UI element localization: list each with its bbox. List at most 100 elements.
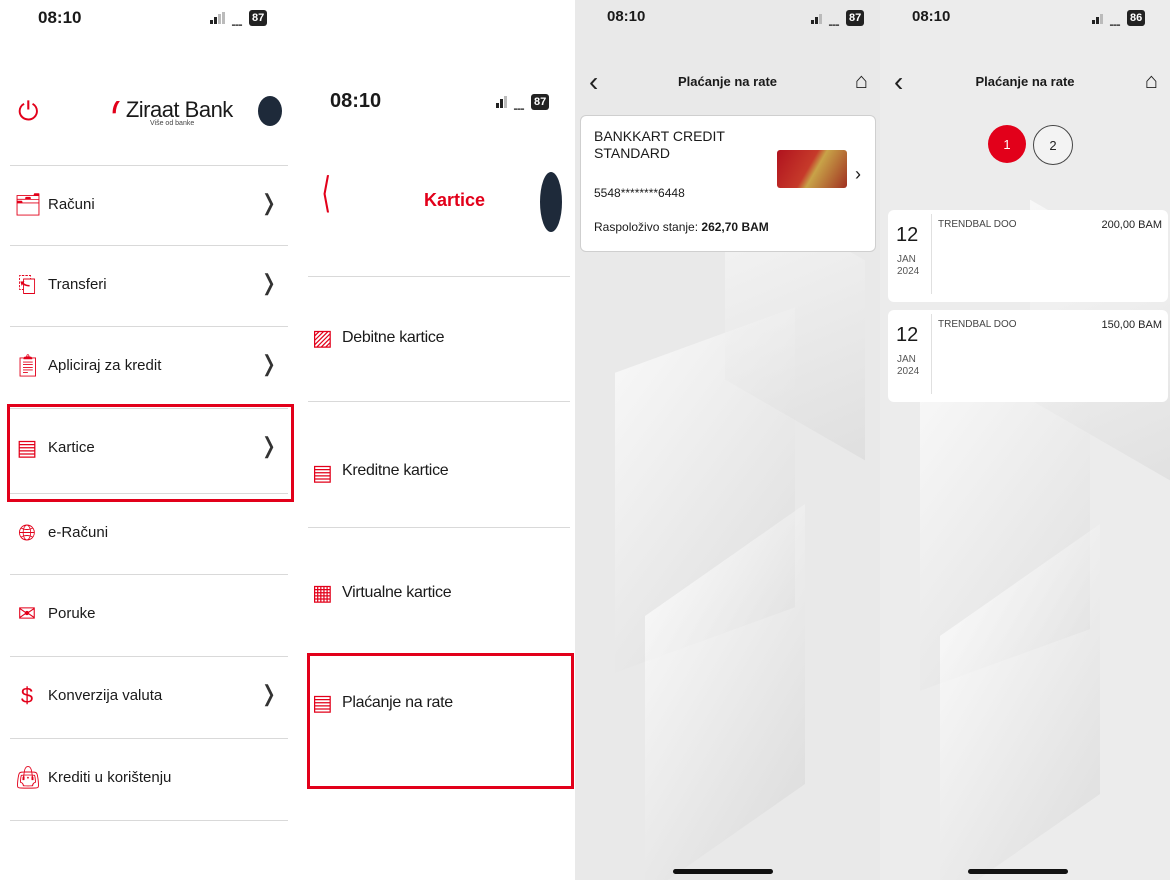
page-button-2[interactable]: 2 <box>1033 125 1073 165</box>
app-header: ⏻ ⹙ Ziraat Bank Više od banke <box>0 88 300 148</box>
installment-list-screen: 08:10 ﹍ 86 ‹ Plaćanje na rate ⌂ 1 2 12 J… <box>880 0 1170 880</box>
wheat-logo-icon: ⹙ <box>112 96 120 126</box>
transaction-row[interactable]: 12 JAN 2024 TRENDBAL DOO 200,00 BAM <box>888 210 1168 302</box>
card-image <box>777 150 847 188</box>
divider <box>931 214 932 294</box>
txn-month: JAN <box>897 354 916 365</box>
power-icon[interactable]: ⏻ <box>18 96 39 128</box>
menu-item-debitne-kartice[interactable]: ▨ Debitne kartice <box>308 276 570 402</box>
txn-amount: 150,00 BAM <box>1101 319 1162 331</box>
chevron-right-icon: ❭ <box>259 270 278 295</box>
nav-bar: ‹ Plaćanje na rate ⌂ <box>880 60 1170 110</box>
home-icon[interactable]: ⌂ <box>1145 68 1158 94</box>
status-icons: ﹍ 86 <box>1092 6 1146 30</box>
transaction-row[interactable]: 12 JAN 2024 TRENDBAL DOO 150,00 BAM <box>888 310 1168 402</box>
status-icons: ﹍ 87 <box>811 6 865 30</box>
menu-item-label: Konverzija valuta <box>48 687 163 704</box>
status-bar: 08:10 ﹍ 87 <box>0 0 300 40</box>
txn-merchant: TRENDBAL DOO <box>938 219 1017 230</box>
page-title: Plaćanje na rate <box>678 74 777 89</box>
status-time: 08:10 <box>912 8 951 25</box>
menu-item-racuni[interactable]: 🗂︎ Računi ❭ <box>10 165 288 246</box>
chevron-right-icon: ❭ <box>259 190 278 215</box>
chevron-right-icon: ❭ <box>259 351 278 376</box>
envelope-icon: ✉︎ <box>17 601 37 626</box>
avatar[interactable] <box>258 96 282 126</box>
cards-screen: 08:10 ﹍ 87 ⟨ Kartice ▨ Debitne kartice ▤… <box>300 0 575 880</box>
installment-card-screen: 08:10 ﹍ 87 ‹ Plaćanje na rate ⌂ BANKKART… <box>575 0 880 880</box>
txn-month-year: JAN 2024 <box>897 354 919 378</box>
divider <box>931 314 932 394</box>
loan-bag-icon: 👜︎ <box>14 765 42 790</box>
menu-item-virtualne-kartice[interactable]: ▦ Virtualne kartice <box>308 527 570 653</box>
debit-card-icon: ▨ <box>312 325 333 350</box>
menu-item-poruke[interactable]: ✉︎ Poruke <box>10 574 288 655</box>
nav-bar: ‹ Plaćanje na rate ⌂ <box>575 60 880 110</box>
txn-day: 12 <box>896 324 919 346</box>
signal-icon <box>811 12 822 24</box>
battery-icon: 87 <box>249 10 268 26</box>
status-icons: ﹍ 87 <box>210 6 268 30</box>
page-title: Kartice <box>424 190 486 210</box>
txn-year: 2024 <box>897 266 920 277</box>
menu-item-label: e-Računi <box>48 524 109 541</box>
divider <box>10 820 288 821</box>
menu-item-konverzija-valuta[interactable]: $ Konverzija valuta ❭ <box>10 656 288 737</box>
menu-item-e-racuni[interactable]: 🌐︎ e-Računi <box>10 493 288 574</box>
battery-icon: 87 <box>531 94 550 110</box>
menu-item-label: Transferi <box>48 276 107 293</box>
status-bar: 08:10 ﹍ 87 <box>575 0 880 40</box>
chevron-right-icon: › <box>855 164 861 184</box>
menu-item-label: Virtualne kartice <box>342 584 452 601</box>
globe-icon: 🌐︎ <box>18 520 36 545</box>
menu-item-apliciraj-za-kredit[interactable]: 📋︎ Apliciraj za kredit ❭ <box>10 326 288 407</box>
clipboard-pen-icon: 📋︎ <box>14 353 42 378</box>
page-button-1[interactable]: 1 <box>988 125 1026 163</box>
txn-merchant: TRENDBAL DOO <box>938 319 1017 330</box>
menu-item-label: Apliciraj za kredit <box>48 357 162 374</box>
chevron-right-icon: ❭ <box>259 681 278 706</box>
home-indicator <box>968 869 1068 874</box>
home-icon[interactable]: ⌂ <box>855 68 868 94</box>
menu-item-kreditne-kartice[interactable]: ▤ Kreditne kartice <box>308 401 570 527</box>
transfer-icon: ⎗ <box>18 272 36 297</box>
menu-item-label: Krediti u korištenju <box>48 769 172 786</box>
battery-icon: 86 <box>1127 10 1146 26</box>
wifi-icon: ﹍ <box>1107 12 1124 29</box>
txn-amount: 200,00 BAM <box>1101 219 1162 231</box>
status-bar: 08:10 ﹍ 86 <box>880 0 1170 40</box>
briefcase-icon: 🗂︎ <box>14 192 42 217</box>
placanje-highlight <box>307 653 574 789</box>
menu-item-transferi[interactable]: ⎗ Transferi ❭ <box>10 245 288 326</box>
avatar[interactable] <box>540 172 562 232</box>
main-menu-screen: 08:10 ﹍ 87 ⏻ ⹙ Ziraat Bank Više od banke… <box>0 0 300 880</box>
txn-month: JAN <box>897 254 916 265</box>
menu-item-label: Poruke <box>48 605 96 622</box>
home-indicator <box>673 869 773 874</box>
status-time: 08:10 <box>607 8 646 25</box>
battery-icon: 87 <box>846 10 865 26</box>
kartice-highlight <box>7 404 294 502</box>
credit-card-tile[interactable]: BANKKART CREDIT STANDARD 5548********644… <box>580 115 876 252</box>
signal-icon <box>210 12 225 24</box>
txn-day: 12 <box>896 224 919 246</box>
menu-item-label: Računi <box>48 196 95 213</box>
page-title: Plaćanje na rate <box>975 74 1075 89</box>
available-balance: Raspoloživo stanje: 262,70 BAM <box>594 220 769 234</box>
menu-item-label: Kreditne kartice <box>342 462 449 479</box>
status-icons: ﹍ 87 <box>496 90 550 114</box>
back-chevron-icon[interactable]: ⟨ <box>321 168 331 217</box>
balance-label: Raspoloživo stanje: <box>594 220 699 234</box>
virtual-card-icon: ▦ <box>312 580 333 605</box>
status-bar: 08:10 ﹍ 87 <box>300 0 575 113</box>
logo-tagline: Više od banke <box>150 120 195 127</box>
credit-card-icon: ▤ <box>312 460 333 485</box>
menu-item-label: Debitne kartice <box>342 329 445 346</box>
signal-icon <box>496 96 507 108</box>
wifi-icon: ﹍ <box>511 96 528 113</box>
card-name: BANKKART CREDIT STANDARD <box>594 128 725 161</box>
menu-item-krediti-u-koristenju[interactable]: 👜︎ Krediti u korištenju <box>10 738 288 819</box>
status-time: 08:10 <box>330 90 382 112</box>
bank-logo: ⹙ Ziraat Bank Više od banke <box>112 92 233 128</box>
wifi-icon: ﹍ <box>229 12 246 29</box>
